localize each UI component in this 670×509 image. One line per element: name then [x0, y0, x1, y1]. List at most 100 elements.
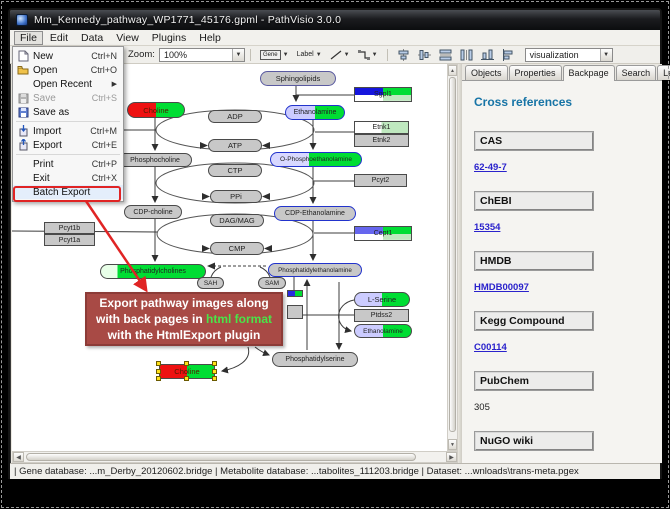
- canvas-horizontal-scrollbar[interactable]: ◀ ▶: [12, 451, 458, 463]
- node-ethanolamine-bottom[interactable]: Ethanolamine: [354, 324, 412, 338]
- node-sah[interactable]: SAH: [197, 277, 224, 289]
- node-cdp-choline[interactable]: CDP-choline: [124, 205, 182, 219]
- file-menu-item-new[interactable]: NewCtrl+N: [13, 49, 123, 63]
- section-value[interactable]: C00114: [474, 342, 507, 353]
- align-bottom-button[interactable]: [477, 47, 498, 63]
- node-phosphocholine[interactable]: Phosphocholine: [118, 153, 192, 167]
- node-sam[interactable]: SAM: [258, 277, 286, 289]
- scroll-right-icon[interactable]: ▶: [446, 452, 457, 462]
- menu-view[interactable]: View: [110, 31, 145, 45]
- node-label: Ethanolamine: [363, 328, 403, 335]
- selection-handle[interactable]: [212, 361, 217, 366]
- menubar: FileEditDataViewPluginsHelp: [10, 30, 660, 46]
- add-gene-button[interactable]: Gene ▼: [256, 48, 293, 62]
- node-cdp-ethanolamine[interactable]: CDP-Ethanolamine: [274, 206, 356, 221]
- chevron-down-icon[interactable]: ▼: [600, 49, 612, 61]
- file-menu-item-open[interactable]: OpenCtrl+O: [13, 63, 123, 77]
- node-dag-mag[interactable]: DAG/MAG: [210, 214, 264, 227]
- node-pcyt1a[interactable]: Pcyt1a: [44, 234, 95, 246]
- line-tool-icon: [330, 50, 342, 60]
- file-menu-item-exit[interactable]: ExitCtrl+X: [13, 171, 123, 185]
- selection-handle[interactable]: [184, 376, 189, 381]
- tab-legend[interactable]: Legend: [657, 65, 670, 80]
- cross-references-heading: Cross references: [474, 95, 662, 109]
- pathvisio-app-icon: [16, 14, 28, 26]
- node-ethanolamine-top[interactable]: Ethanolamine: [285, 105, 345, 120]
- menu-help[interactable]: Help: [193, 31, 227, 45]
- node-sgpl1[interactable]: Sgpl1: [354, 87, 412, 102]
- node-ppi[interactable]: PPi: [210, 190, 262, 203]
- menu-data[interactable]: Data: [75, 31, 109, 45]
- node-pemt-partial-top[interactable]: [287, 290, 303, 297]
- menu-item-label: Open: [30, 65, 91, 76]
- canvas-vertical-scrollbar[interactable]: ▲ ▼: [447, 64, 458, 451]
- align-left-button[interactable]: [498, 47, 519, 63]
- chevron-down-icon[interactable]: ▼: [372, 52, 378, 58]
- node-etnk2[interactable]: Etnk2: [354, 134, 409, 147]
- distribute-vertical-button[interactable]: [435, 47, 456, 63]
- align-left-icon: [502, 49, 515, 61]
- vertical-scroll-thumb[interactable]: [449, 77, 456, 432]
- chevron-down-icon[interactable]: ▼: [316, 52, 322, 58]
- status-text: | Gene database: ...m_Derby_20120602.bri…: [14, 466, 579, 477]
- tab-search[interactable]: Search: [616, 65, 657, 80]
- section-value[interactable]: HMDB00097: [474, 282, 529, 293]
- file-menu-item-export[interactable]: ExportCtrl+E: [13, 138, 123, 152]
- chevron-down-icon[interactable]: ▼: [344, 52, 350, 58]
- section-value[interactable]: 62-49-7: [474, 162, 507, 173]
- node-o-phosphoethanolamine[interactable]: O-Phosphoethanolamine: [270, 152, 362, 167]
- menu-edit[interactable]: Edit: [44, 31, 74, 45]
- node-atp[interactable]: ATP: [208, 139, 262, 152]
- selection-handle[interactable]: [156, 376, 161, 381]
- chevron-down-icon[interactable]: ▼: [283, 52, 289, 58]
- node-pcyt1b[interactable]: Pcyt1b: [44, 222, 95, 234]
- node-label: Choline: [143, 106, 168, 115]
- align-center-vertical-button[interactable]: [393, 47, 414, 63]
- scroll-left-icon[interactable]: ◀: [13, 452, 24, 462]
- visualization-combobox[interactable]: visualization ▼: [525, 48, 613, 62]
- menu-plugins[interactable]: Plugins: [146, 31, 192, 45]
- tab-properties[interactable]: Properties: [509, 65, 562, 80]
- node-choline-top[interactable]: Choline: [127, 102, 185, 118]
- menu-item-label: Save: [30, 93, 92, 104]
- node-adp[interactable]: ADP: [208, 110, 262, 123]
- scroll-down-icon[interactable]: ▼: [448, 439, 457, 450]
- node-phosphatidylcholines[interactable]: Phosphatidylcholines: [100, 264, 206, 279]
- node-phosphatidylserine[interactable]: Phosphatidylserine: [272, 352, 358, 367]
- connector-tool-button[interactable]: ▼: [354, 48, 382, 62]
- chevron-down-icon[interactable]: ▼: [232, 49, 244, 61]
- file-menu-item-open-recent[interactable]: Open Recent▶: [13, 77, 123, 91]
- node-l-serine[interactable]: L-Serine: [354, 292, 410, 307]
- node-sphingolipids[interactable]: Sphingolipids: [260, 71, 336, 86]
- node-ptdss2[interactable]: Ptdss2: [354, 309, 409, 322]
- selection-handle[interactable]: [184, 361, 189, 366]
- file-menu-item-save[interactable]: SaveCtrl+S: [13, 91, 123, 105]
- add-label-button[interactable]: Label ▼: [293, 49, 326, 60]
- tab-objects[interactable]: Objects: [465, 65, 508, 80]
- node-cept1[interactable]: Cept1: [354, 226, 412, 241]
- selection-handle[interactable]: [212, 369, 217, 374]
- node-etnk1[interactable]: Etnk1: [354, 121, 409, 134]
- menu-file[interactable]: File: [14, 31, 43, 45]
- distribute-horizontal-button[interactable]: [456, 47, 477, 63]
- selection-handle[interactable]: [212, 376, 217, 381]
- line-tool-button[interactable]: ▼: [326, 48, 354, 62]
- selection-handle[interactable]: [156, 369, 161, 374]
- file-menu-item-import[interactable]: ImportCtrl+M: [13, 124, 123, 138]
- section-value[interactable]: 15354: [474, 222, 500, 233]
- align-center-horizontal-button[interactable]: [414, 47, 435, 63]
- node-ctp[interactable]: CTP: [208, 164, 262, 177]
- scroll-up-icon[interactable]: ▲: [448, 65, 457, 76]
- file-menu-item-print[interactable]: PrintCtrl+P: [13, 157, 123, 171]
- file-menu-item-save-as[interactable]: Save as: [13, 105, 123, 119]
- node-label: PPi: [230, 192, 242, 201]
- tab-backpage[interactable]: Backpage: [563, 65, 615, 81]
- zoom-combobox[interactable]: 100% ▼: [159, 48, 245, 62]
- node-pcyt2[interactable]: Pcyt2: [354, 174, 407, 187]
- node-cmp[interactable]: CMP: [210, 242, 264, 255]
- horizontal-scroll-thumb[interactable]: [26, 453, 416, 461]
- node-phosphatidylethanolamine[interactable]: Phosphatidylethanolamine: [268, 263, 362, 277]
- node-pemt-partial[interactable]: [287, 305, 303, 319]
- title-bar[interactable]: Mm_Kennedy_pathway_WP1771_45176.gpml - P…: [10, 10, 660, 30]
- selection-handle[interactable]: [156, 361, 161, 366]
